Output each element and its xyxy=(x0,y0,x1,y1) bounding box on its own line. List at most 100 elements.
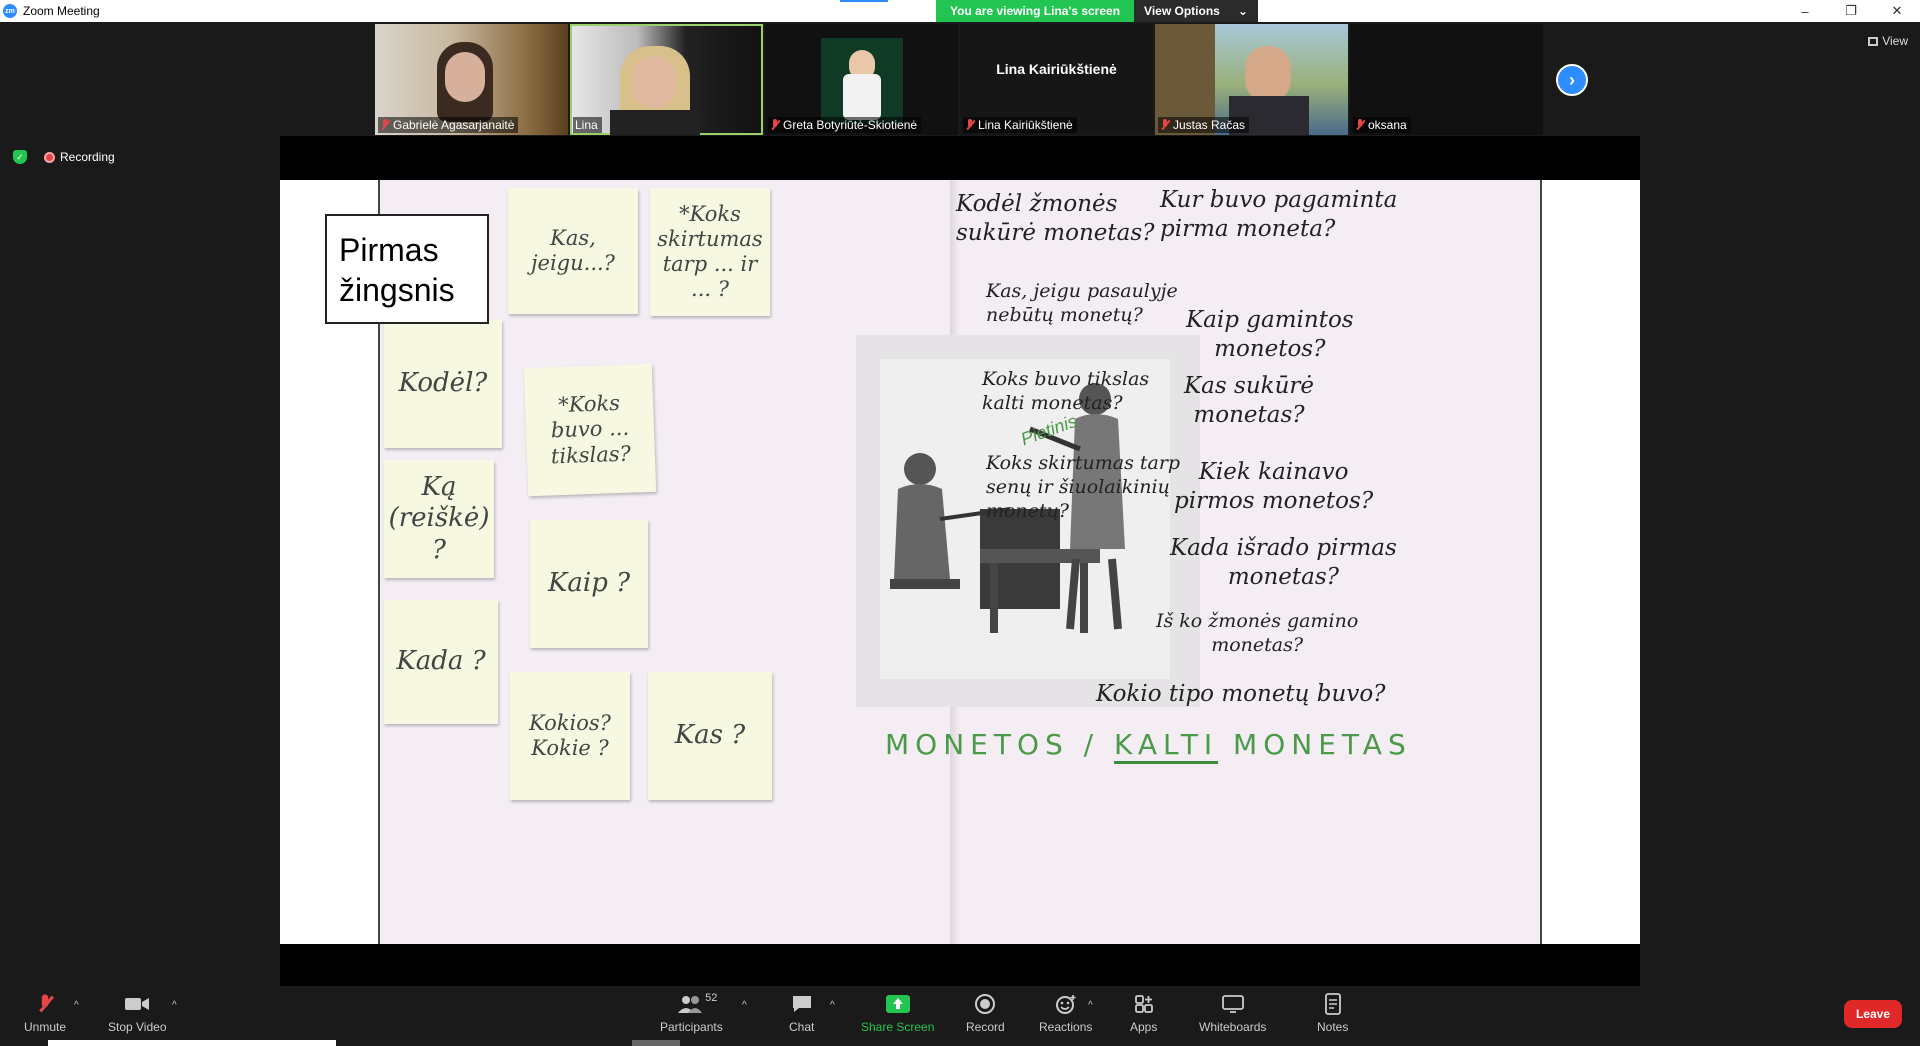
video-tile[interactable]: oksana xyxy=(1350,24,1543,135)
minimize-button[interactable]: – xyxy=(1782,0,1828,22)
monetas-label: MONETAS xyxy=(1233,728,1412,761)
apps-button[interactable]: Apps xyxy=(1130,994,1157,1034)
grid-icon xyxy=(1868,36,1879,46)
close-button[interactable]: ✕ xyxy=(1874,0,1920,22)
handwritten-question: Kas, jeigu pasaulyje nebūtų monetų? xyxy=(986,280,1178,326)
video-tile[interactable]: Justas Račas xyxy=(1155,24,1348,135)
video-options-caret[interactable]: ^ xyxy=(172,1000,177,1011)
smiley-icon xyxy=(1054,994,1078,1014)
chevron-down-icon: ⌄ xyxy=(1237,4,1248,18)
participants-button[interactable]: 52 Participants xyxy=(660,992,723,1034)
chat-button[interactable]: Chat xyxy=(789,994,814,1034)
handwritten-question: Kokio tipo monetų buvo? xyxy=(1096,681,1386,707)
table-top xyxy=(980,549,1100,563)
participant-name: Lina xyxy=(573,117,602,133)
whiteboards-button[interactable]: Whiteboards xyxy=(1199,994,1266,1034)
next-page-button[interactable]: › xyxy=(1556,64,1588,96)
handwritten-question: Kas sukūrė monetas? xyxy=(1184,373,1314,428)
chat-options-caret[interactable]: ^ xyxy=(830,1000,835,1011)
record-button[interactable]: Record xyxy=(966,994,1005,1034)
share-screen-label: Share Screen xyxy=(861,1020,935,1034)
view-label: View xyxy=(1882,34,1908,48)
view-layout-button[interactable]: View xyxy=(1868,34,1908,48)
video-tile[interactable]: Greta Botyriūtė-Skiotienė xyxy=(765,24,958,135)
leave-button[interactable]: Leave xyxy=(1843,1000,1902,1028)
handwritten-question: Kada išrado pirmas monetas? xyxy=(1170,535,1397,590)
video-tile[interactable]: Gabrielė Agasarjanaitė xyxy=(375,24,568,135)
mic-muted-icon xyxy=(380,119,390,131)
seated-man-head xyxy=(904,453,936,485)
shared-screen: Kas, jeigu...? *Koks skirtumas tarp ... … xyxy=(280,136,1640,986)
standing-man-leg xyxy=(1108,558,1122,630)
meeting-toolbar: Unmute ^ Stop Video ^ 52 Participants ^ … xyxy=(0,986,1920,1046)
participant-name: oksana xyxy=(1353,117,1411,133)
sticky-note: Kodėl? xyxy=(384,320,502,448)
recording-indicator[interactable]: Recording xyxy=(44,150,115,164)
mic-muted-icon xyxy=(1160,119,1170,131)
tab-indicator xyxy=(840,0,888,2)
notes-button[interactable]: Notes xyxy=(1317,993,1349,1034)
encryption-shield-icon[interactable]: ✓ xyxy=(13,150,27,164)
video-tile[interactable]: Lina Kairiūkštienė Lina Kairiūkštienė xyxy=(960,24,1153,135)
chevron-right-icon: › xyxy=(1569,69,1575,90)
video-tile-active-speaker[interactable]: Lina xyxy=(570,24,763,135)
screen-share-banner: You are viewing Lina's screen View Optio… xyxy=(936,0,1258,22)
video-camera-icon xyxy=(125,994,150,1014)
stop-video-label: Stop Video xyxy=(108,1020,167,1034)
participants-label: Participants xyxy=(660,1020,723,1034)
poster-title: MONETOS / KALTI MONETAS xyxy=(885,728,1412,764)
scroll-indicator xyxy=(632,1040,680,1046)
stop-video-button[interactable]: Stop Video xyxy=(108,994,167,1034)
sticky-note: Kas, jeigu...? xyxy=(508,188,638,314)
participant-gallery: Gabrielė Agasarjanaitė Lina Greta Botyri… xyxy=(375,24,1545,135)
reactions-label: Reactions xyxy=(1039,1020,1093,1034)
window-controls: – ❐ ✕ xyxy=(1782,0,1920,22)
poster-image: Kas, jeigu...? *Koks skirtumas tarp ... … xyxy=(378,180,1542,944)
participant-name: Justas Račas xyxy=(1158,117,1250,133)
standing-man-leg xyxy=(1066,558,1080,630)
restore-button[interactable]: ❐ xyxy=(1828,0,1874,22)
sticky-note: Kaip ? xyxy=(530,520,648,648)
presentation-slide: Kas, jeigu...? *Koks skirtumas tarp ... … xyxy=(280,180,1640,944)
share-screen-button[interactable]: Share Screen xyxy=(861,994,934,1034)
monetos-label: MONETOS / xyxy=(885,728,1100,761)
participants-options-caret[interactable]: ^ xyxy=(742,1000,747,1011)
audio-options-caret[interactable]: ^ xyxy=(74,1000,79,1011)
reactions-options-caret[interactable]: ^ xyxy=(1088,1000,1093,1011)
handwritten-question: Koks skirtumas tarp senų ir šiuolaikinių… xyxy=(986,452,1181,522)
view-options-label: View Options xyxy=(1144,4,1220,18)
sticky-note: Ką (reiškė) ? xyxy=(384,460,494,578)
mic-muted-icon xyxy=(1355,119,1365,131)
mic-muted-icon xyxy=(965,119,975,131)
view-options-button[interactable]: View Options ⌄ xyxy=(1134,0,1258,22)
step-label-box: Pirmas žingsnis xyxy=(325,214,489,324)
mic-muted-icon xyxy=(770,119,780,131)
handwritten-question: Iš ko žmonės gamino monetas? xyxy=(1156,610,1359,656)
taskbar-fragment xyxy=(48,1040,336,1046)
notes-label: Notes xyxy=(1317,1020,1349,1034)
whiteboards-label: Whiteboards xyxy=(1199,1020,1267,1034)
chat-bubble-icon xyxy=(790,994,814,1014)
sticky-note: Kas ? xyxy=(648,672,772,800)
participant-name: Gabrielė Agasarjanaitė xyxy=(378,117,519,133)
viewing-message: You are viewing Lina's screen xyxy=(936,0,1135,22)
handwritten-question: Kur buvo pagaminta pirma moneta? xyxy=(1160,187,1398,242)
unmute-button[interactable]: Unmute xyxy=(24,994,66,1034)
notes-icon xyxy=(1321,993,1345,1015)
handwritten-question: Kodėl žmonės sukūrė monetas? xyxy=(956,191,1155,246)
handwritten-question: Kiek kainavo pirmos monetos? xyxy=(1174,459,1374,514)
sticky-note: *Koks buvo ... tikslas? xyxy=(523,363,657,497)
kalti-label: KALTI xyxy=(1114,728,1219,764)
apps-icon xyxy=(1132,994,1156,1014)
apps-label: Apps xyxy=(1130,1020,1158,1034)
recording-label: Recording xyxy=(60,150,115,164)
share-screen-icon xyxy=(885,994,910,1014)
sticky-note: *Koks skirtumas tarp ... ir ... ? xyxy=(650,188,770,316)
window-title-bar: zm Zoom Meeting You are viewing Lina's s… xyxy=(0,0,1920,22)
chat-label: Chat xyxy=(789,1020,815,1034)
table-leg xyxy=(990,563,998,633)
reactions-button[interactable]: Reactions xyxy=(1039,994,1092,1034)
unmute-label: Unmute xyxy=(24,1020,67,1034)
window-title: Zoom Meeting xyxy=(23,4,100,18)
participant-name: Lina Kairiūkštienė xyxy=(963,117,1077,133)
